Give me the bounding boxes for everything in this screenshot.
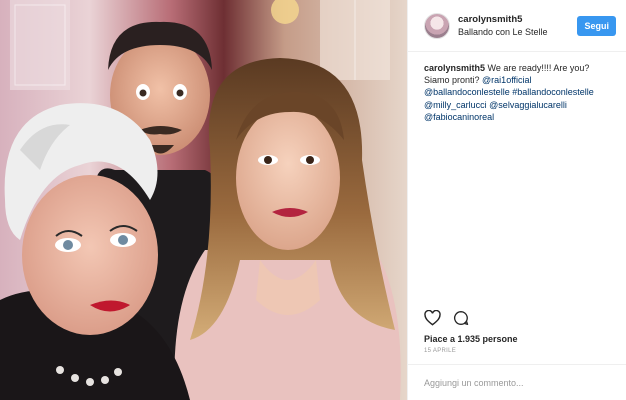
caption-tag[interactable]: #ballandoconlestelle <box>512 87 594 97</box>
post-username[interactable]: carolynsmith5 <box>458 13 577 26</box>
likes-count[interactable]: Piace a 1.935 persone <box>408 330 626 344</box>
caption-tag[interactable]: @milly_carlucci <box>424 100 487 110</box>
comment-bar <box>408 364 626 400</box>
caption-tag[interactable]: @fabiocaninoreal <box>424 112 494 122</box>
avatar[interactable] <box>424 12 450 39</box>
post-header: carolynsmith5 Ballando con Le Stelle Seg… <box>408 0 626 52</box>
post-header-text: carolynsmith5 Ballando con Le Stelle <box>458 13 577 39</box>
caption-tag[interactable]: @ballandoconlestelle <box>424 87 510 97</box>
post-location[interactable]: Ballando con Le Stelle <box>458 26 577 39</box>
post-caption: carolynsmith5 We are ready!!!! Are you? … <box>408 52 626 306</box>
caption-username[interactable]: carolynsmith5 <box>424 63 485 73</box>
post-photo[interactable] <box>0 0 407 400</box>
follow-button[interactable]: Segui <box>577 15 616 36</box>
heart-icon[interactable] <box>424 310 441 326</box>
comment-input[interactable] <box>424 377 614 388</box>
post-date: 15 APRILE <box>424 348 457 354</box>
post-actions <box>408 306 626 330</box>
comment-icon[interactable] <box>453 310 469 326</box>
caption-tag[interactable]: @rai1official <box>482 75 532 85</box>
photo-illustration <box>0 0 407 400</box>
instagram-post: carolynsmith5 Ballando con Le Stelle Seg… <box>0 0 626 400</box>
post-side-panel: carolynsmith5 Ballando con Le Stelle Seg… <box>407 0 626 400</box>
caption-tag[interactable]: @selvaggialucarelli <box>489 100 567 110</box>
